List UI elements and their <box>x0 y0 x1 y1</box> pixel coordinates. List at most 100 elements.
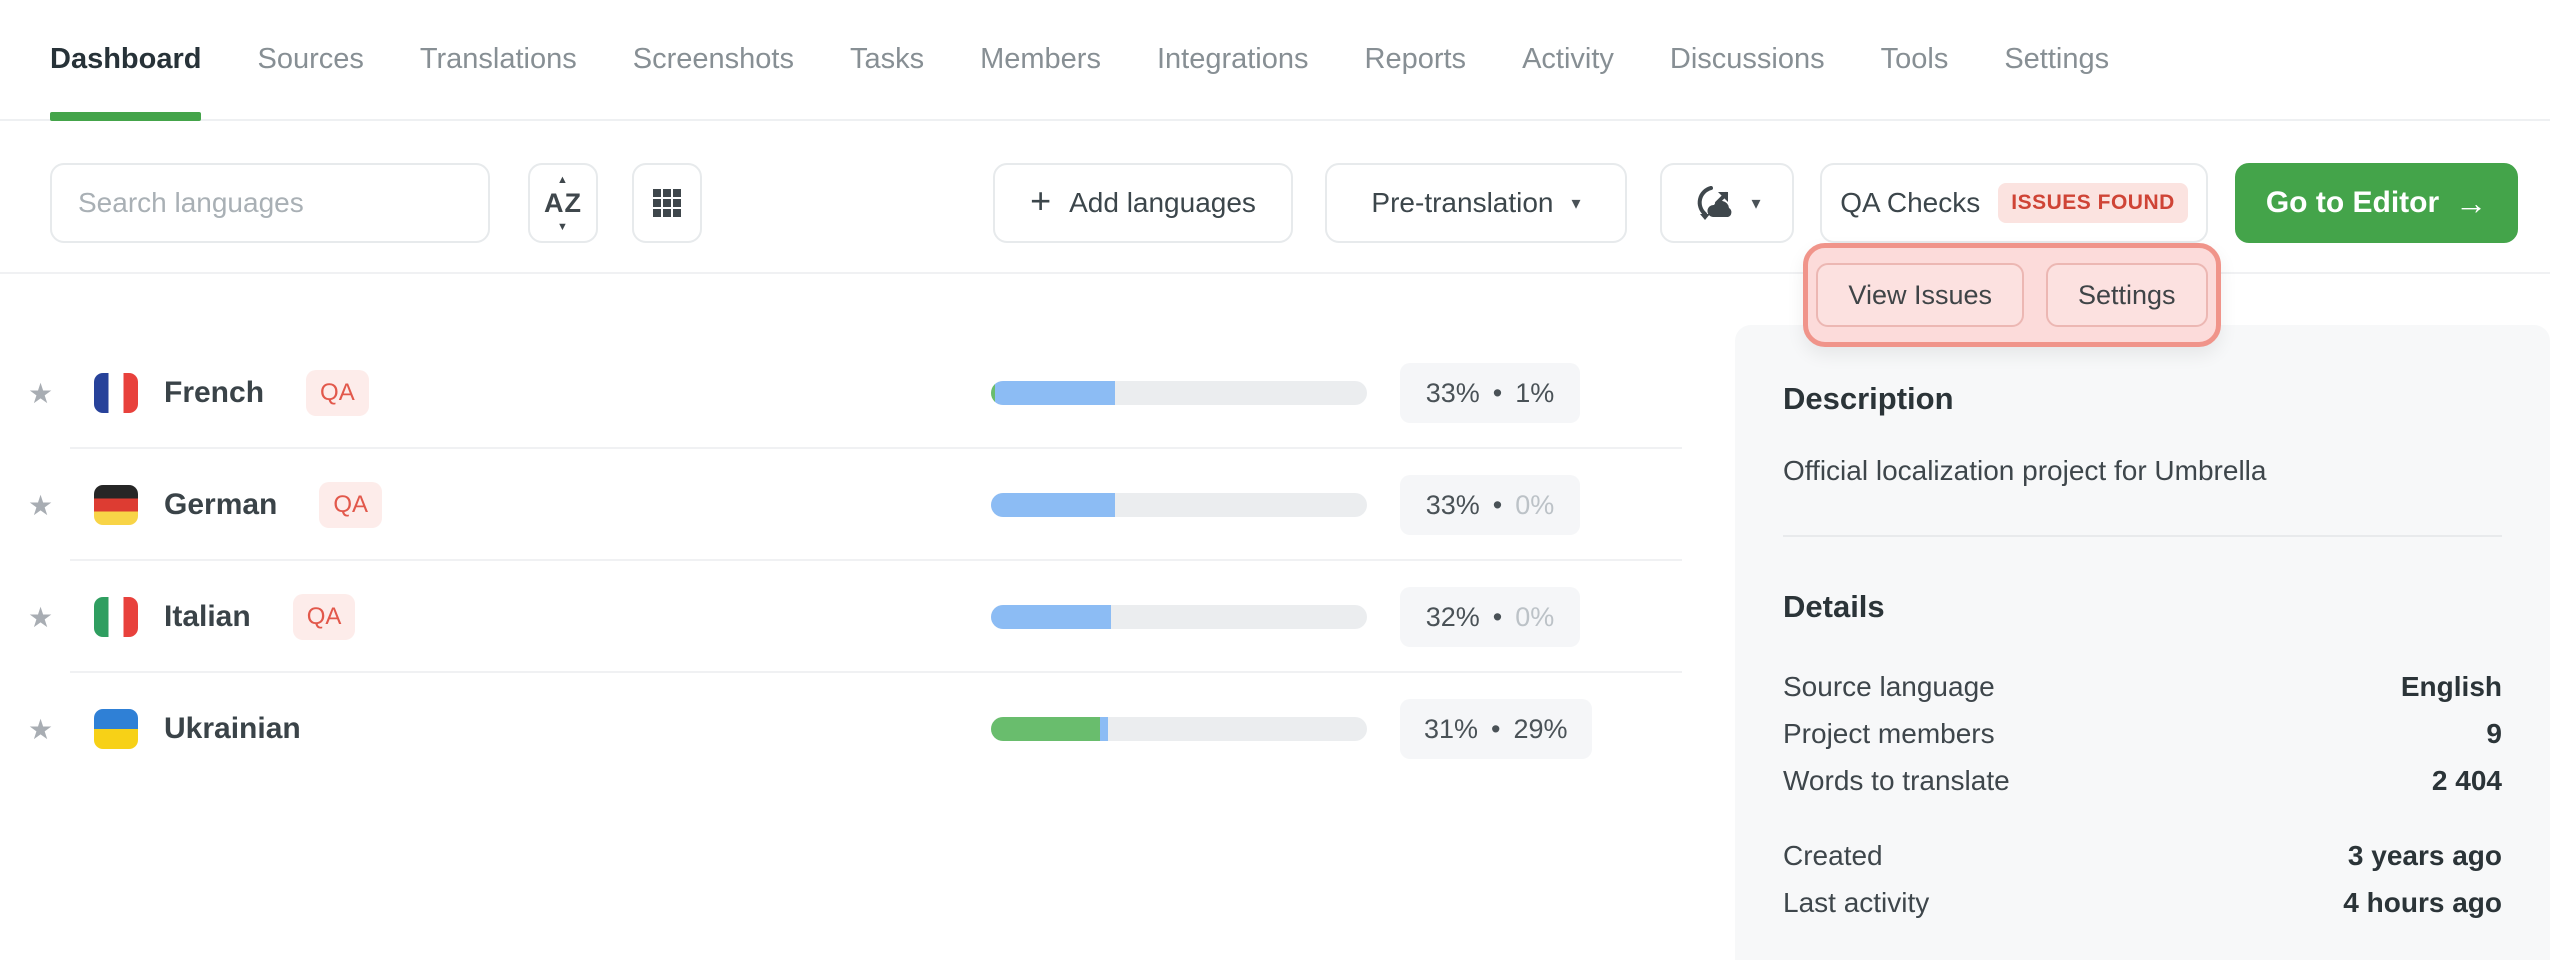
star-icon[interactable]: ★ <box>28 489 68 522</box>
project-nav: Dashboard Sources Translations Screensho… <box>0 0 2550 121</box>
detail-label: Created <box>1783 832 1883 879</box>
language-row-french[interactable]: ★ French QA 33% • 1% <box>0 337 1735 449</box>
progress-percent-pill: 33% • 0% <box>1400 475 1580 535</box>
add-languages-label: Add languages <box>1069 187 1256 219</box>
detail-row-created: Created 3 years ago <box>1783 832 2502 879</box>
language-row-german[interactable]: ★ German QA 33% • 0% <box>0 449 1735 561</box>
detail-label: Last activity <box>1783 879 1929 926</box>
tab-tools[interactable]: Tools <box>1881 0 1949 119</box>
go-to-editor-label: Go to Editor <box>2266 186 2439 220</box>
qa-issues-badge[interactable]: QA <box>306 370 369 416</box>
tab-dashboard[interactable]: Dashboard <box>50 0 201 119</box>
project-dashboard: Dashboard Sources Translations Screensho… <box>0 0 2550 960</box>
star-icon[interactable]: ★ <box>28 713 68 746</box>
search-input[interactable] <box>76 186 464 220</box>
sort-az-icon: AZ <box>544 188 582 219</box>
language-name[interactable]: Italian <box>164 600 251 634</box>
detail-value: English <box>2401 663 2502 710</box>
approved-percent: 0% <box>1515 490 1554 521</box>
progress-percent-pill: 32% • 0% <box>1400 587 1580 647</box>
translated-percent: 31% <box>1424 714 1478 745</box>
dot-separator: • <box>1493 490 1502 521</box>
detail-row-project-members: Project members 9 <box>1783 710 2502 757</box>
dot-separator: • <box>1493 602 1502 633</box>
german-flag-icon <box>94 485 138 525</box>
go-to-editor-button[interactable]: Go to Editor → <box>2235 163 2518 243</box>
tab-translations[interactable]: Translations <box>420 0 577 119</box>
chevron-down-icon: ▾ <box>1751 193 1760 214</box>
tab-integrations[interactable]: Integrations <box>1157 0 1309 119</box>
translated-percent: 33% <box>1426 490 1480 521</box>
approved-percent: 1% <box>1515 378 1554 409</box>
tab-settings[interactable]: Settings <box>2004 0 2109 119</box>
chevron-down-icon: ▾ <box>1572 193 1581 214</box>
approved-percent: 29% <box>1514 714 1568 745</box>
plus-icon: + <box>1030 183 1051 219</box>
star-icon[interactable]: ★ <box>28 377 68 410</box>
language-row-left: ★ German QA <box>28 449 382 561</box>
tab-tasks[interactable]: Tasks <box>850 0 924 119</box>
cloud-sync-dropdown[interactable]: ▾ <box>1660 163 1794 243</box>
ukrainian-flag-icon <box>94 709 138 749</box>
grid-view-button[interactable] <box>632 163 702 243</box>
description-title: Description <box>1783 381 2502 417</box>
add-languages-button[interactable]: + Add languages <box>993 163 1293 243</box>
detail-row-words-to-translate: Words to translate 2 404 <box>1783 757 2502 804</box>
progress-percent-pill: 33% • 1% <box>1400 363 1580 423</box>
language-row-left: ★ Ukrainian <box>28 673 301 785</box>
translation-progress-bar <box>991 717 1367 741</box>
qa-checks-button[interactable]: QA Checks ISSUES FOUND <box>1820 163 2208 243</box>
detail-row-last-activity: Last activity 4 hours ago <box>1783 879 2502 926</box>
search-languages-field[interactable] <box>50 163 490 243</box>
detail-value: 9 <box>2486 710 2502 757</box>
star-icon[interactable]: ★ <box>28 601 68 634</box>
qa-settings-button[interactable]: Settings <box>2046 263 2208 327</box>
language-name[interactable]: Ukrainian <box>164 712 301 746</box>
qa-issues-badge[interactable]: QA <box>293 594 356 640</box>
cloud-sync-icon <box>1693 181 1737 225</box>
project-details-panel: Description Official localization projec… <box>1735 325 2550 960</box>
french-flag-icon <box>94 373 138 413</box>
description-text: Official localization project for Umbrel… <box>1783 455 2502 487</box>
approved-progress-segment <box>991 717 1100 741</box>
detail-label: Source language <box>1783 663 1995 710</box>
translation-progress-bar <box>991 381 1367 405</box>
pretranslation-label: Pre-translation <box>1371 187 1553 219</box>
sort-button[interactable]: AZ <box>528 163 598 243</box>
translated-progress-segment <box>995 381 1115 405</box>
detail-value: 3 years ago <box>2348 832 2502 879</box>
grid-icon <box>652 188 682 218</box>
translation-progress-bar <box>991 605 1367 629</box>
view-issues-button[interactable]: View Issues <box>1816 263 2024 327</box>
translated-percent: 33% <box>1426 378 1480 409</box>
language-row-ukrainian[interactable]: ★ Ukrainian 31% • 29% <box>0 673 1735 785</box>
translated-progress-segment <box>991 605 1111 629</box>
progress-percent-pill: 31% • 29% <box>1400 699 1592 759</box>
tab-members[interactable]: Members <box>980 0 1101 119</box>
translated-progress-segment <box>991 493 1115 517</box>
qa-issues-badge[interactable]: QA <box>319 482 382 528</box>
language-name[interactable]: German <box>164 488 277 522</box>
qa-checks-popup: View Issues Settings <box>1803 243 2221 347</box>
issues-found-badge: ISSUES FOUND <box>1998 183 2188 223</box>
detail-row-source-language: Source language English <box>1783 663 2502 710</box>
tab-sources[interactable]: Sources <box>257 0 363 119</box>
tab-discussions[interactable]: Discussions <box>1670 0 1825 119</box>
pretranslation-dropdown[interactable]: Pre-translation ▾ <box>1325 163 1627 243</box>
approved-percent: 0% <box>1515 602 1554 633</box>
italian-flag-icon <box>94 597 138 637</box>
detail-label: Words to translate <box>1783 757 2010 804</box>
detail-label: Project members <box>1783 710 1995 757</box>
translation-progress-bar <box>991 493 1367 517</box>
language-row-italian[interactable]: ★ Italian QA 32% • 0% <box>0 561 1735 673</box>
tab-screenshots[interactable]: Screenshots <box>633 0 794 119</box>
arrow-right-icon: → <box>2455 185 2487 222</box>
dot-separator: • <box>1491 714 1500 745</box>
translated-progress-segment <box>1100 717 1108 741</box>
tab-activity[interactable]: Activity <box>1522 0 1614 119</box>
details-spacer <box>1783 804 2502 832</box>
translated-percent: 32% <box>1426 602 1480 633</box>
language-row-left: ★ French QA <box>28 337 369 449</box>
language-name[interactable]: French <box>164 376 264 410</box>
tab-reports[interactable]: Reports <box>1365 0 1467 119</box>
